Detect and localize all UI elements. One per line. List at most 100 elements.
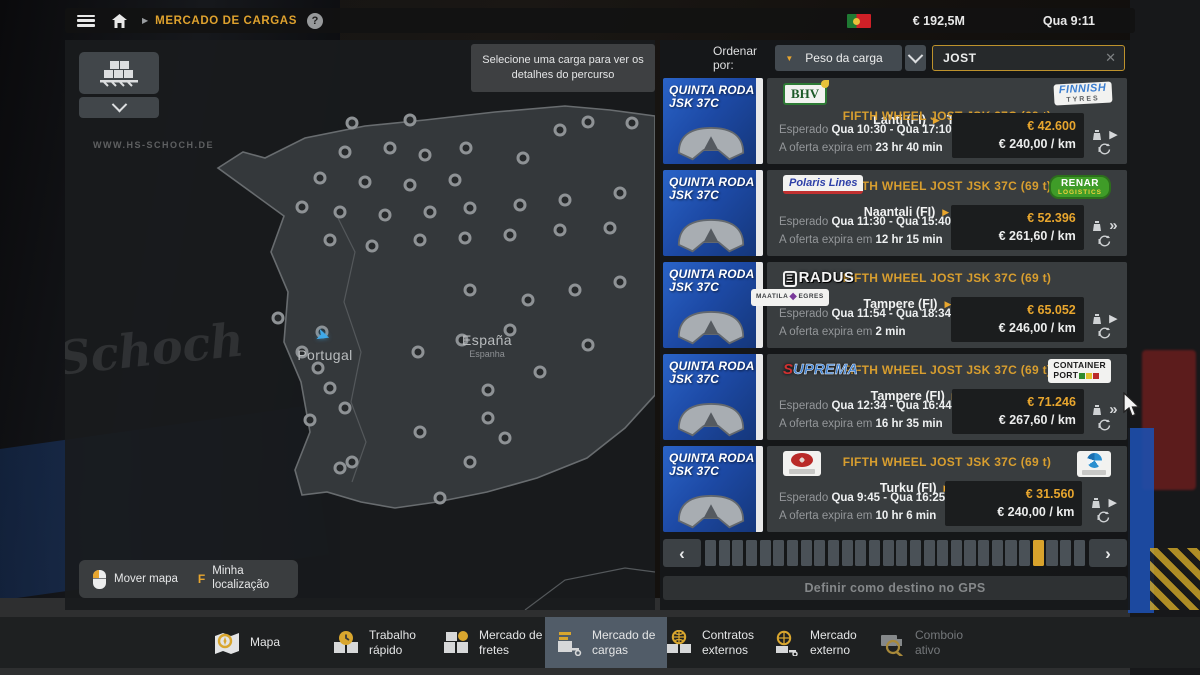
set-gps-destination-button[interactable]: Definir como destino no GPS (663, 576, 1127, 600)
city-dot[interactable] (514, 199, 527, 212)
city-dot[interactable] (464, 284, 477, 297)
page-segment[interactable] (855, 540, 866, 566)
city-dot[interactable] (414, 426, 427, 439)
trailer-select-button[interactable] (79, 52, 159, 94)
page-segment[interactable] (1005, 540, 1016, 566)
home-icon[interactable] (111, 13, 128, 29)
city-dot[interactable] (366, 240, 379, 253)
city-dot[interactable] (304, 414, 317, 427)
help-button[interactable]: ? (307, 13, 323, 29)
page-segment[interactable] (1046, 540, 1057, 566)
city-dot[interactable] (459, 232, 472, 245)
nav-freight-market[interactable]: Mercado de fretes (432, 617, 554, 668)
iberia-map[interactable] (65, 40, 655, 610)
city-dot[interactable] (504, 229, 517, 242)
menu-icon[interactable] (77, 15, 95, 27)
city-dot[interactable] (626, 117, 639, 130)
city-dot[interactable] (569, 284, 582, 297)
page-segment[interactable] (719, 540, 730, 566)
city-dot[interactable] (379, 209, 392, 222)
next-page-button[interactable]: › (1089, 539, 1127, 567)
city-dot[interactable] (464, 202, 477, 215)
city-dot[interactable] (614, 276, 627, 289)
page-segment[interactable] (732, 540, 743, 566)
city-dot[interactable] (517, 152, 530, 165)
sort-expand-button[interactable] (905, 45, 927, 71)
page-segments[interactable] (705, 540, 1085, 566)
page-segment[interactable] (924, 540, 935, 566)
city-dot[interactable] (314, 172, 327, 185)
page-segment[interactable] (1060, 540, 1071, 566)
page-segment[interactable] (746, 540, 757, 566)
city-dot[interactable] (534, 366, 547, 379)
city-dot[interactable] (449, 174, 462, 187)
page-segment[interactable] (801, 540, 812, 566)
cargo-card[interactable]: QUINTA RODAJSK 37C BHV FIFTH WHEEL JOST … (663, 78, 1127, 164)
city-dot[interactable] (296, 201, 309, 214)
city-dot[interactable] (424, 206, 437, 219)
page-segment[interactable] (869, 540, 880, 566)
sort-dropdown[interactable]: ▼ Peso da carga (775, 45, 901, 71)
page-segment[interactable] (883, 540, 894, 566)
city-dot[interactable] (272, 312, 285, 325)
nav-cargo-market[interactable]: Mercado de cargas (545, 617, 667, 668)
city-dot[interactable] (582, 116, 595, 129)
city-dot[interactable] (614, 187, 627, 200)
city-dot[interactable] (324, 234, 337, 247)
page-segment[interactable] (828, 540, 839, 566)
nav-external-contracts[interactable]: Contratos externos (655, 617, 777, 668)
page-segment-active[interactable] (1033, 540, 1044, 566)
city-dot[interactable] (384, 142, 397, 155)
city-dot[interactable] (482, 384, 495, 397)
page-segment[interactable] (787, 540, 798, 566)
page-segment[interactable] (1019, 540, 1030, 566)
city-dot[interactable] (414, 234, 427, 247)
nav-quick-job[interactable]: Trabalho rápido (322, 617, 440, 668)
search-input[interactable] (941, 50, 1105, 66)
city-dot[interactable] (582, 339, 595, 352)
city-dot[interactable] (419, 149, 432, 162)
page-segment[interactable] (1074, 540, 1085, 566)
city-dot[interactable] (604, 222, 617, 235)
city-dot[interactable] (464, 456, 477, 469)
nav-map[interactable]: Mapa (203, 617, 308, 668)
city-dot[interactable] (346, 456, 359, 469)
city-dot[interactable] (412, 346, 425, 359)
cargo-card[interactable]: QUINTA RODAJSK 37C Polaris Lines FIFTH W… (663, 170, 1127, 256)
cargo-card[interactable]: QUINTA RODAJSK 37C ΞRADUS FIFTH WHEEL JO… (663, 262, 1127, 348)
page-segment[interactable] (937, 540, 948, 566)
city-dot[interactable] (324, 382, 337, 395)
page-segment[interactable] (964, 540, 975, 566)
city-dot[interactable] (404, 114, 417, 127)
page-segment[interactable] (896, 540, 907, 566)
city-dot[interactable] (339, 402, 352, 415)
city-dot[interactable] (404, 179, 417, 192)
page-segment[interactable] (842, 540, 853, 566)
page-segment[interactable] (705, 540, 716, 566)
city-dot[interactable] (522, 294, 535, 307)
map-panel[interactable]: WWW.HS-SCHOCH.DE Schoch ➤ Portugal Españ… (65, 40, 655, 610)
city-dot[interactable] (334, 206, 347, 219)
page-segment[interactable] (760, 540, 771, 566)
collapse-button[interactable] (79, 97, 159, 118)
clear-search-icon[interactable]: ✕ (1105, 50, 1116, 66)
city-dot[interactable] (312, 362, 325, 375)
page-segment[interactable] (910, 540, 921, 566)
city-dot[interactable] (499, 432, 512, 445)
page-segment[interactable] (951, 540, 962, 566)
page-segment[interactable] (992, 540, 1003, 566)
city-dot[interactable] (359, 176, 372, 189)
city-dot[interactable] (339, 146, 352, 159)
city-dot[interactable] (482, 412, 495, 425)
city-dot[interactable] (434, 492, 447, 505)
city-dot[interactable] (554, 124, 567, 137)
page-segment[interactable] (814, 540, 825, 566)
nav-external-market[interactable]: Mercado externo (763, 617, 875, 668)
cargo-card[interactable]: QUINTA RODAJSK 37C FIFTH WHEEL JOST JSK … (663, 446, 1127, 532)
city-dot[interactable] (346, 117, 359, 130)
city-dot[interactable] (334, 462, 347, 475)
page-segment[interactable] (773, 540, 784, 566)
city-dot[interactable] (554, 224, 567, 237)
page-segment[interactable] (978, 540, 989, 566)
cargo-card[interactable]: QUINTA RODAJSK 37C SUPREMA FIFTH WHEEL J… (663, 354, 1127, 440)
